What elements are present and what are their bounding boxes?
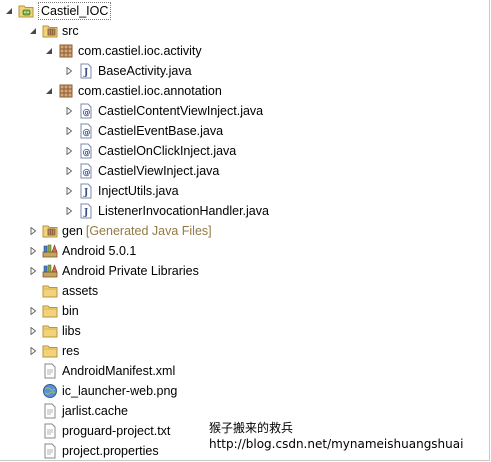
- tree-label: Android Private Libraries: [62, 264, 199, 278]
- annotation-file-icon: @: [78, 103, 94, 119]
- text-file-icon: [42, 403, 58, 419]
- svg-text:J: J: [83, 188, 88, 198]
- tree-node-libs[interactable]: libs: [28, 321, 81, 341]
- source-folder-icon: [42, 23, 58, 39]
- collapsed-arrow-icon[interactable]: [28, 221, 38, 241]
- watermark-title: 猴子搬来的救兵: [209, 421, 294, 435]
- text-file-icon: [42, 423, 58, 439]
- tree-node-file-injectutils[interactable]: J InjectUtils.java: [64, 181, 179, 201]
- svg-text:J: J: [83, 68, 88, 78]
- tree-node-file-eventbase[interactable]: @ CastielEventBase.java: [64, 121, 223, 141]
- tree-node-properties[interactable]: project.properties: [28, 441, 159, 461]
- tree-label: BaseActivity.java: [98, 64, 192, 78]
- tree-label: jarlist.cache: [62, 404, 128, 418]
- collapsed-arrow-icon[interactable]: [64, 181, 74, 201]
- library-container-icon: [42, 243, 58, 259]
- annotation-file-icon: @: [78, 163, 94, 179]
- tree-node-gen[interactable]: gen [Generated Java Files]: [28, 221, 212, 241]
- tree-node-file-baseactivity[interactable]: J BaseActivity.java: [64, 61, 192, 81]
- generated-decoration: [Generated Java Files]: [85, 224, 212, 238]
- expanded-arrow-icon[interactable]: [44, 81, 54, 101]
- tree-node-bin[interactable]: bin: [28, 301, 79, 321]
- expanded-arrow-icon[interactable]: [4, 1, 14, 21]
- tree-node-assets[interactable]: assets: [28, 281, 98, 301]
- package-icon: [58, 83, 74, 99]
- tree-node-jarlist[interactable]: jarlist.cache: [28, 401, 128, 421]
- tree-label: CastielContentViewInject.java: [98, 104, 264, 118]
- tree-label: libs: [62, 324, 81, 338]
- tree-label: com.castiel.ioc.annotation: [78, 84, 222, 98]
- tree-label: project.properties: [62, 444, 159, 458]
- collapsed-arrow-icon[interactable]: [64, 161, 74, 181]
- collapsed-arrow-icon[interactable]: [64, 61, 74, 81]
- generated-source-folder-icon: [42, 223, 58, 239]
- svg-text:@: @: [83, 168, 91, 177]
- java-file-icon: J: [78, 203, 94, 219]
- expanded-arrow-icon[interactable]: [44, 41, 54, 61]
- tree-label: bin: [62, 304, 79, 318]
- image-file-icon: [42, 383, 58, 399]
- folder-icon: [42, 323, 58, 339]
- tree-label: gen: [62, 224, 83, 238]
- tree-node-launcher-png[interactable]: ic_launcher-web.png: [28, 381, 177, 401]
- tree-node-src[interactable]: src: [28, 21, 79, 41]
- tree-label: ic_launcher-web.png: [62, 384, 178, 398]
- folder-icon: [42, 343, 58, 359]
- svg-text:@: @: [83, 128, 91, 137]
- tree-node-project-root[interactable]: Castiel_IOC: [4, 1, 112, 21]
- collapsed-arrow-icon[interactable]: [64, 121, 74, 141]
- java-file-icon: J: [78, 63, 94, 79]
- annotation-file-icon: @: [78, 143, 94, 159]
- tree-label: res: [62, 344, 80, 358]
- android-project-icon: [18, 3, 34, 19]
- svg-text:@: @: [83, 148, 91, 157]
- collapsed-arrow-icon[interactable]: [28, 261, 38, 281]
- folder-icon: [42, 303, 58, 319]
- tree-node-package-activity[interactable]: com.castiel.ioc.activity: [44, 41, 202, 61]
- library-container-icon: [42, 263, 58, 279]
- tree-node-proguard[interactable]: proguard-project.txt: [28, 421, 170, 441]
- tree-label: CastielOnClickInject.java: [98, 144, 237, 158]
- tree-node-manifest[interactable]: AndroidManifest.xml: [28, 361, 175, 381]
- svg-text:J: J: [83, 208, 88, 218]
- annotation-file-icon: @: [78, 123, 94, 139]
- tree-label: Android 5.0.1: [62, 244, 137, 258]
- tree-node-file-viewinject[interactable]: @ CastielViewInject.java: [64, 161, 219, 181]
- expanded-arrow-icon[interactable]: [28, 21, 38, 41]
- xml-file-icon: [42, 363, 58, 379]
- tree-label: ListenerInvocationHandler.java: [98, 204, 269, 218]
- tree-node-file-onclickinject[interactable]: @ CastielOnClickInject.java: [64, 141, 236, 161]
- text-file-icon: [42, 443, 58, 459]
- tree-label: InjectUtils.java: [98, 184, 179, 198]
- tree-node-package-annotation[interactable]: com.castiel.ioc.annotation: [44, 81, 222, 101]
- tree-label: proguard-project.txt: [62, 424, 171, 438]
- collapsed-arrow-icon[interactable]: [64, 141, 74, 161]
- tree-node-android-library[interactable]: Android 5.0.1: [28, 241, 136, 261]
- svg-text:@: @: [83, 108, 91, 117]
- tree-label: CastielViewInject.java: [98, 164, 220, 178]
- collapsed-arrow-icon[interactable]: [64, 201, 74, 221]
- package-icon: [58, 43, 74, 59]
- java-file-icon: J: [78, 183, 94, 199]
- watermark-url: http://blog.csdn.net/mynameishuangshuai: [209, 437, 464, 451]
- tree-node-file-listenerhandler[interactable]: J ListenerInvocationHandler.java: [64, 201, 269, 221]
- collapsed-arrow-icon[interactable]: [28, 241, 38, 261]
- collapsed-arrow-icon[interactable]: [28, 321, 38, 341]
- tree-label: src: [62, 24, 79, 38]
- tree-label: com.castiel.ioc.activity: [78, 44, 202, 58]
- collapsed-arrow-icon[interactable]: [28, 301, 38, 321]
- tree-node-res[interactable]: res: [28, 341, 79, 361]
- collapsed-arrow-icon[interactable]: [28, 341, 38, 361]
- tree-label: CastielEventBase.java: [98, 124, 224, 138]
- collapsed-arrow-icon[interactable]: [64, 101, 74, 121]
- folder-icon: [42, 283, 58, 299]
- project-name: Castiel_IOC: [38, 2, 112, 20]
- tree-node-private-libraries[interactable]: Android Private Libraries: [28, 261, 199, 281]
- tree-node-file-contentviewinject[interactable]: @ CastielContentViewInject.java: [64, 101, 263, 121]
- tree-label: assets: [62, 284, 99, 298]
- tree-label: AndroidManifest.xml: [62, 364, 176, 378]
